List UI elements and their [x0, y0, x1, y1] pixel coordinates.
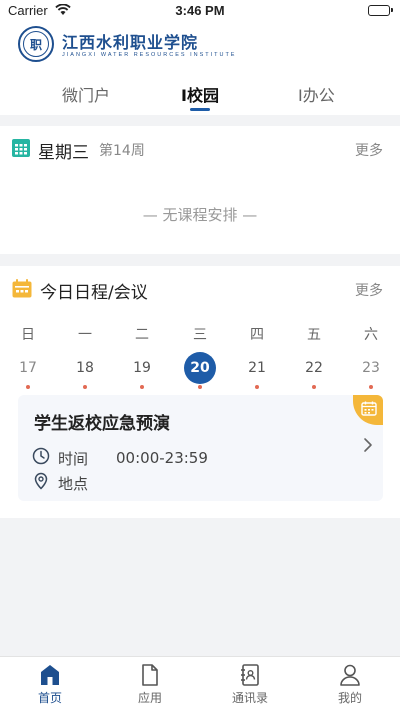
event-time-label: 时间 — [58, 449, 89, 468]
bottom-tab-bar: 首页 应用 通讯录 我的 — [0, 656, 400, 710]
date-row: 17 18 19 20 21 22 23 — [0, 352, 400, 392]
date-cell[interactable]: 18 — [65, 352, 105, 389]
contacts-book-icon — [220, 663, 280, 687]
event-card[interactable]: 学生返校应急预演 时间 00:00-23:59 地点 — [18, 395, 383, 501]
date-number: 23 — [362, 360, 380, 376]
top-tabs: 微门户 I校园 I办公 — [0, 78, 400, 112]
active-tab-indicator — [190, 108, 210, 111]
tab-campus[interactable]: I校园 — [181, 82, 219, 106]
school-logo: 职 — [18, 26, 54, 62]
tabbar-label: 首页 — [37, 691, 62, 705]
status-bar: Carrier 3:46 PM — [0, 0, 400, 22]
document-icon — [120, 663, 180, 687]
event-time-value: 00:00-23:59 — [116, 449, 208, 467]
event-dot — [198, 385, 202, 389]
no-course-message: — 无课程安排 — — [142, 206, 258, 224]
event-place-label: 地点 — [58, 474, 89, 493]
home-icon — [20, 663, 80, 687]
clock-icon — [32, 447, 50, 469]
weekday-label: 三 — [193, 327, 207, 343]
event-title: 学生返校应急预演 — [34, 414, 170, 434]
date-number: 20 — [184, 352, 216, 384]
date-cell[interactable]: 22 — [294, 352, 334, 389]
calendar-icon — [12, 278, 32, 302]
date-number: 17 — [19, 360, 37, 376]
tabbar-home[interactable]: 首页 — [20, 663, 80, 706]
event-dot — [312, 385, 316, 389]
event-dot — [83, 385, 87, 389]
clock: 3:46 PM — [175, 3, 225, 18]
event-place-row: 地点 — [32, 472, 88, 494]
weekday-title: 星期三 — [38, 142, 89, 163]
battery-icon — [368, 5, 393, 16]
schedule-title: 今日日程/会议 — [40, 282, 148, 303]
weekday-label: 日 — [21, 327, 35, 343]
weekday-label: 五 — [307, 327, 321, 343]
week-number: 第14周 — [99, 143, 145, 159]
location-pin-icon — [32, 472, 50, 494]
logo-glyph: 职 — [23, 31, 49, 57]
tabbar-label: 我的 — [337, 691, 362, 705]
tabbar-apps[interactable]: 应用 — [120, 663, 180, 706]
date-cell[interactable]: 17 — [8, 352, 48, 389]
person-icon — [320, 663, 380, 687]
date-cell[interactable]: 19 — [122, 352, 162, 389]
tab-office[interactable]: I办公 — [298, 82, 335, 106]
course-more-link[interactable]: 更多 — [355, 140, 383, 160]
tabbar-label: 通讯录 — [231, 691, 268, 705]
weekday-label: 一 — [78, 327, 92, 343]
weekday-label: 四 — [250, 327, 264, 343]
schedule-more-link[interactable]: 更多 — [355, 280, 383, 300]
event-corner-badge — [353, 395, 383, 425]
weekday-header-row: 日 一 二 三 四 五 六 — [0, 324, 400, 344]
weekday-label: 六 — [364, 327, 378, 343]
event-dot — [26, 385, 30, 389]
date-number: 18 — [76, 360, 94, 376]
school-name: 江西水利职业学院 — [62, 33, 199, 52]
course-schedule-card: 星期三 第14周 更多 — 无课程安排 — — [0, 126, 400, 254]
event-time-row: 时间 00:00-23:59 — [32, 447, 208, 469]
date-number: 21 — [248, 360, 266, 376]
tabbar-profile[interactable]: 我的 — [320, 663, 380, 706]
grid-calendar-icon — [12, 139, 30, 161]
date-number: 22 — [305, 360, 323, 376]
date-cell[interactable]: 21 — [237, 352, 277, 389]
date-number: 19 — [133, 360, 151, 376]
date-cell-selected[interactable]: 20 — [180, 352, 220, 389]
weekday-label: 二 — [135, 327, 149, 343]
event-dot — [140, 385, 144, 389]
school-name-en: JIANGXI WATER RESOURCES INSTITUTE — [62, 52, 237, 58]
schedule-card: 今日日程/会议 更多 日 一 二 三 四 五 六 17 18 19 20 21 … — [0, 266, 400, 518]
chevron-right-icon — [363, 437, 373, 457]
tab-micro-portal[interactable]: 微门户 — [62, 82, 110, 106]
app-header: 职 江西水利职业学院 JIANGXI WATER RESOURCES INSTI… — [0, 22, 400, 115]
event-dot — [369, 385, 373, 389]
event-dot — [255, 385, 259, 389]
tabbar-label: 应用 — [137, 691, 162, 705]
date-cell[interactable]: 23 — [351, 352, 391, 389]
calendar-badge-icon — [361, 401, 377, 420]
tabbar-contacts[interactable]: 通讯录 — [220, 663, 280, 706]
